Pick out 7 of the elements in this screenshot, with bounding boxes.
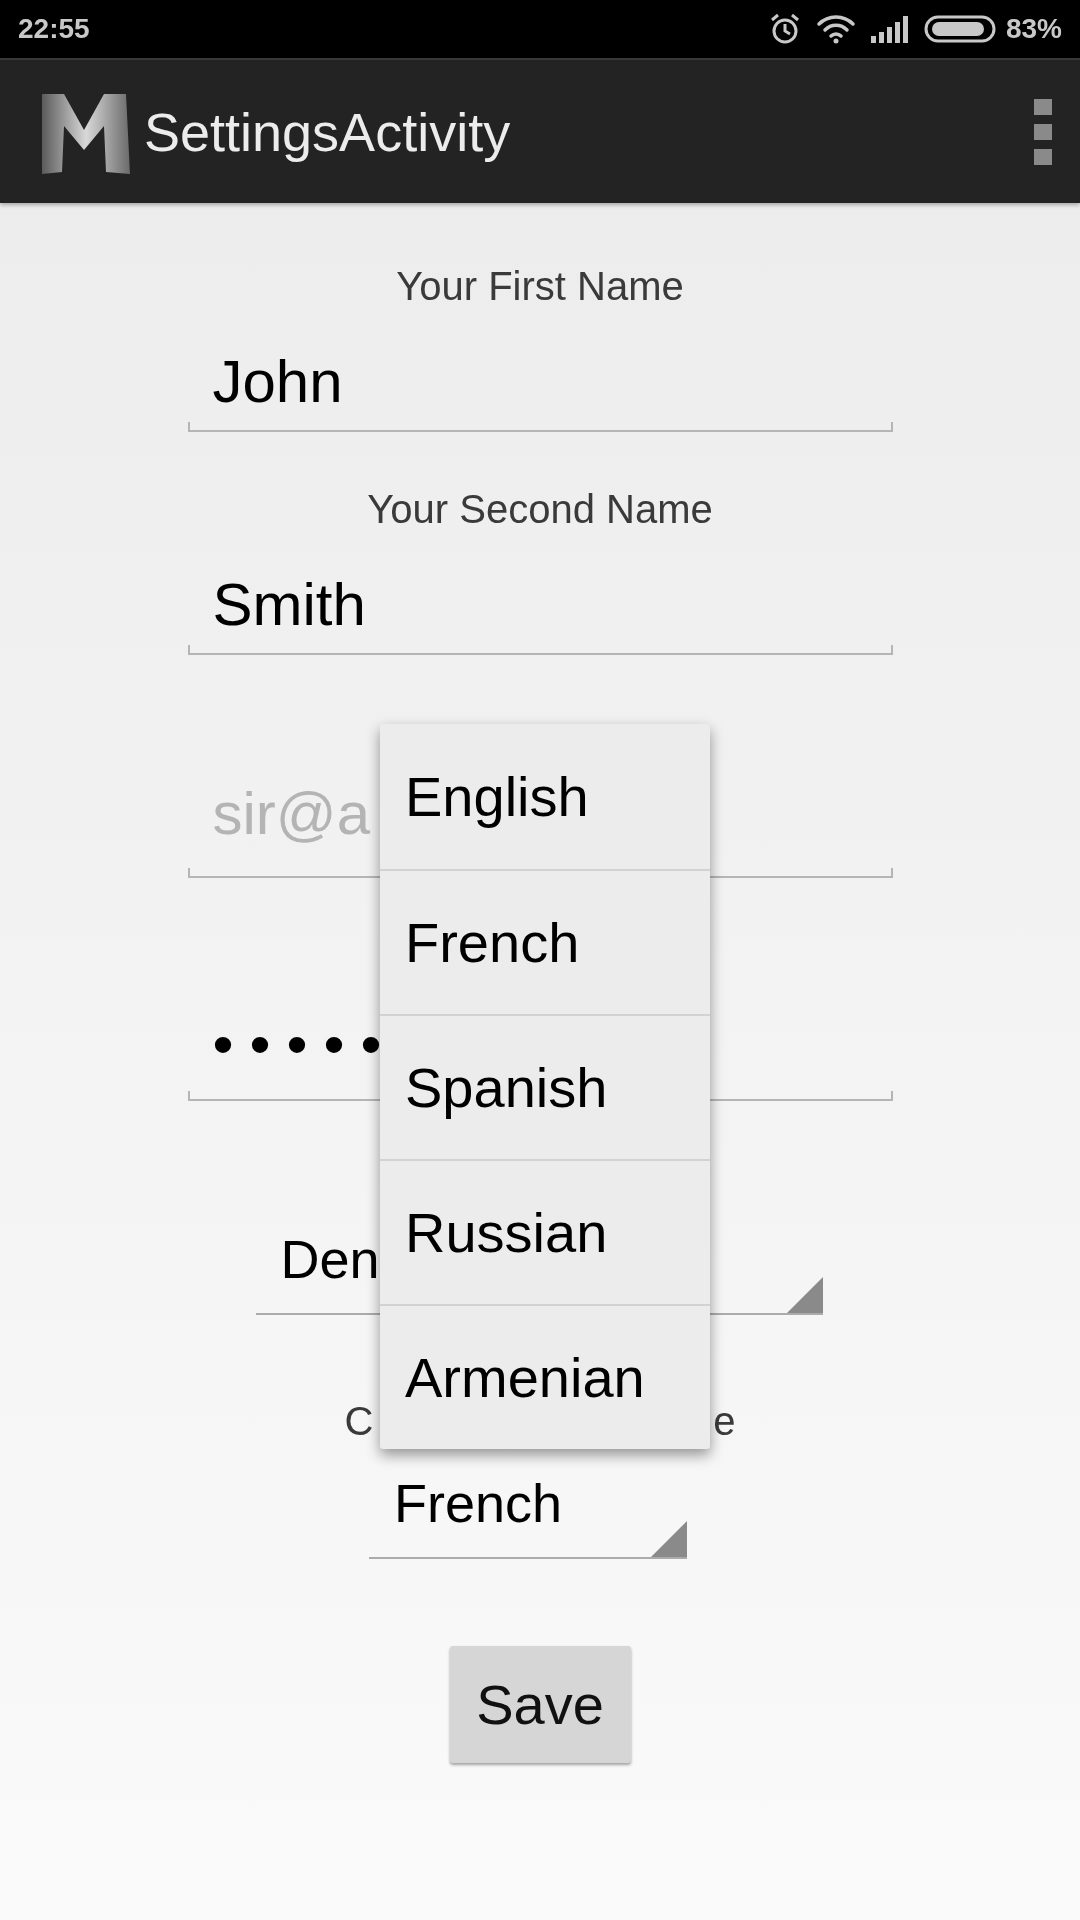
app-title: SettingsActivity <box>144 100 512 163</box>
battery-percent: 83% <box>1005 13 1062 45</box>
field-label: e <box>713 1398 736 1445</box>
field-label: Your First Name <box>396 263 684 310</box>
field-label: C <box>344 1398 374 1445</box>
field-label: Your Second Name <box>367 486 713 533</box>
clock-time: 22:55 <box>18 13 90 45</box>
